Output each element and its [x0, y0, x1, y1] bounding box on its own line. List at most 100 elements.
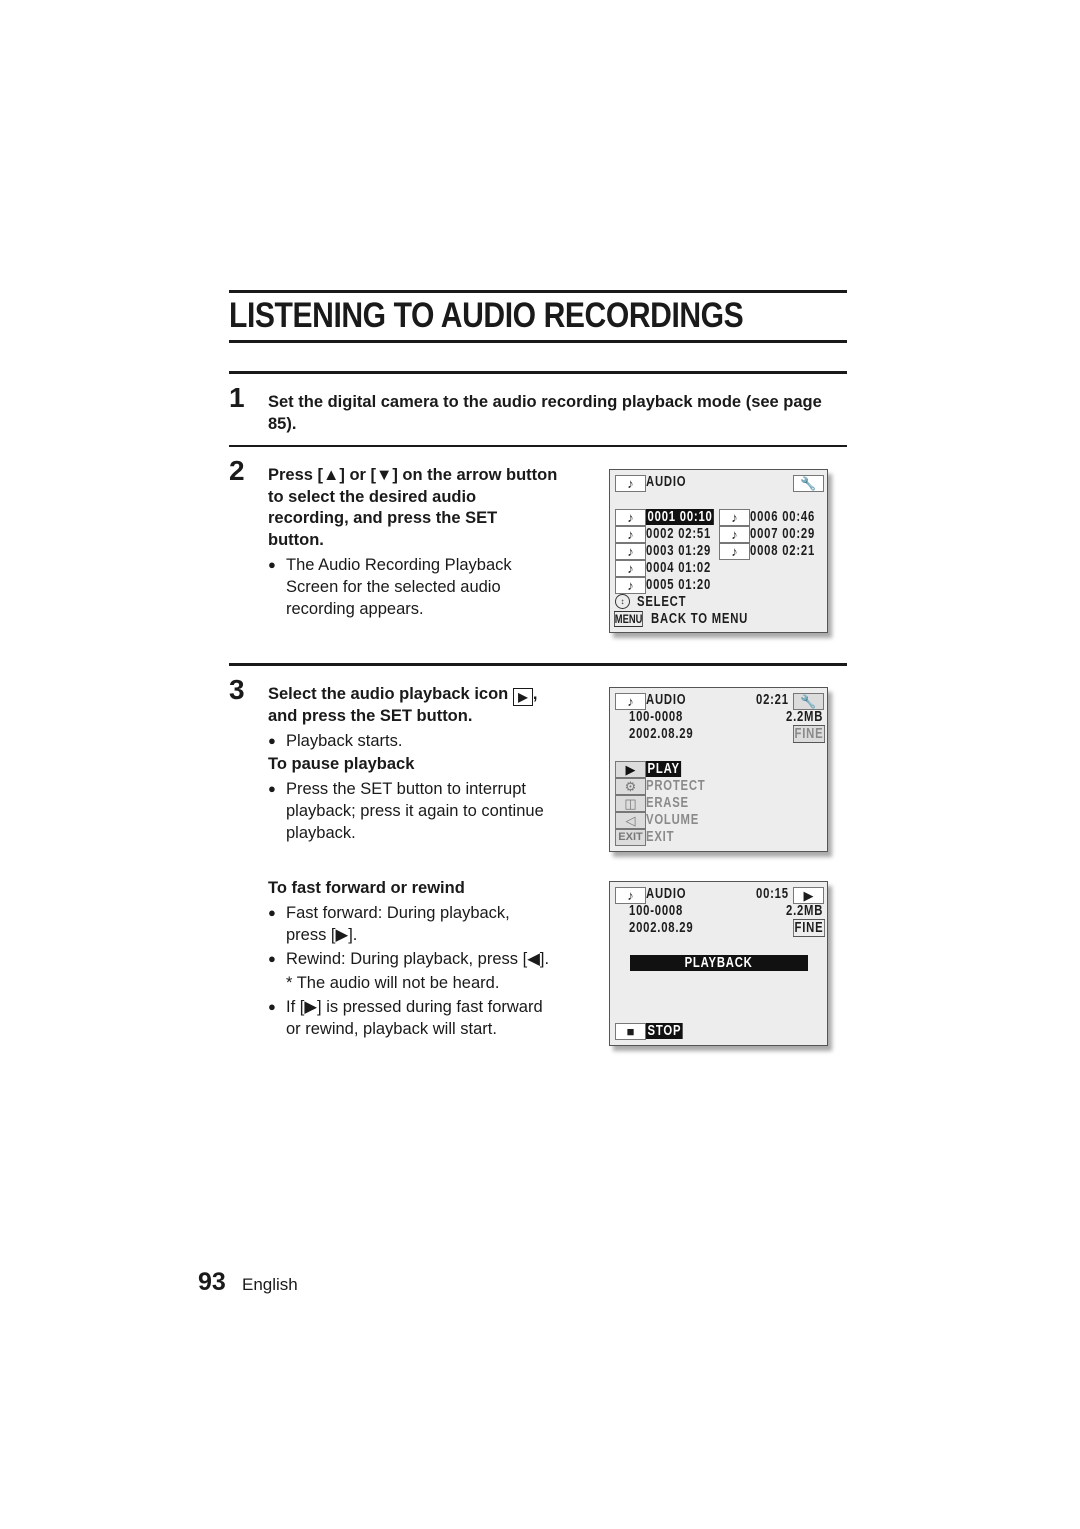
recording-item[interactable]: 0007 00:29: [750, 526, 815, 542]
key-icon[interactable]: ⚙: [615, 778, 646, 795]
note-icon: ♪: [615, 509, 646, 526]
note-icon: ♪: [615, 475, 646, 492]
recording-item[interactable]: 0006 00:46: [750, 509, 815, 525]
step3-line: Select the audio playback icon ▶,: [268, 684, 588, 706]
note-icon: ♪: [615, 577, 646, 594]
bullet-line: Press the SET button to interrupt: [286, 780, 526, 798]
comma: ,: [532, 685, 538, 703]
stop-text: STOP: [646, 1023, 683, 1039]
screen-header: AUDIO: [646, 886, 687, 902]
bullet-line: or rewind, playback will start.: [286, 1020, 497, 1038]
playback-status: PLAYBACK: [684, 955, 754, 971]
file-size: 2.2MB: [786, 709, 824, 725]
menu-item-exit[interactable]: EXIT: [646, 829, 674, 845]
page-language: English: [242, 1275, 298, 1294]
bullet-line: If [▶] is pressed during fast forward: [286, 998, 543, 1016]
recording-label: 0003 01:29: [646, 543, 712, 559]
step2-line: to select the desired audio: [268, 487, 477, 506]
bullet-line: playback.: [286, 824, 356, 842]
step3-rule: [229, 663, 847, 666]
speaker-icon[interactable]: ◁: [615, 812, 646, 829]
lcd-playback-screen: ♪ AUDIO 00:15 ▶ 100-0008 2.2MB 2002.08.2…: [609, 881, 828, 1046]
note-icon: ♪: [615, 693, 646, 710]
menu-item-protect[interactable]: PROTECT: [646, 778, 705, 794]
note-icon: ♪: [615, 560, 646, 577]
title-bottom-rule: [229, 340, 847, 343]
bullet-line: Playback starts.: [286, 732, 403, 750]
play-icon[interactable]: ▶: [615, 761, 646, 778]
ff-bullet: Fast forward: During playback, press [▶]…: [268, 902, 510, 946]
playback-status-bar: PLAYBACK: [630, 955, 808, 971]
play-during-ff-bullet: If [▶] is pressed during fast forward or…: [268, 996, 543, 1040]
step2-instruction: Press [▲] or [▼] on the arrow button to …: [268, 465, 598, 551]
step-number-3: 3: [229, 674, 245, 705]
rewind-bullet: Rewind: During playback, press [◀].: [268, 948, 549, 970]
note-icon: ♪: [719, 543, 750, 560]
file-number: 100-0008: [629, 709, 684, 725]
step1-instruction: Set the digital camera to the audio reco…: [268, 393, 822, 433]
note-icon: ♪: [615, 543, 646, 560]
menu-item-play[interactable]: PLAY: [646, 761, 682, 777]
step3-text: Select the audio playback icon: [268, 685, 509, 703]
file-size: 2.2MB: [786, 903, 824, 919]
recording-item[interactable]: 0005 01:20: [646, 577, 711, 593]
stop-label[interactable]: STOP: [646, 1023, 683, 1039]
menu-item-volume[interactable]: VOLUME: [646, 812, 699, 828]
elapsed-time: 00:15: [756, 886, 789, 902]
page-title: LISTENING TO AUDIO RECORDINGS: [229, 296, 744, 335]
screen-header: AUDIO: [646, 474, 687, 490]
trash-icon[interactable]: ◫: [615, 795, 646, 812]
bullet-line: recording appears.: [286, 600, 424, 618]
lcd-select-screen: ♪ AUDIO 🔧 ♪ 0001 00:10 ♪ 0002 02:51 ♪ 0003 01…: [609, 469, 828, 633]
play-icon: ▶: [793, 887, 824, 904]
bullet-line: Fast forward: During playback,: [286, 904, 510, 922]
lcd-menu-screen: ♪ AUDIO 02:21 🔧 100-0008 2.2MB 2002.08.2…: [609, 687, 828, 852]
wrench-icon: 🔧: [793, 693, 824, 710]
quality-badge: FINE: [793, 919, 826, 937]
recording-item[interactable]: 0002 02:51: [646, 526, 711, 542]
recording-item[interactable]: 0008 02:21: [750, 543, 815, 559]
recording-label: 0008 02:21: [750, 543, 816, 559]
recording-label: 0004 01:02: [646, 560, 712, 576]
step2-line: recording, and press the SET: [268, 509, 498, 527]
step2-line: button.: [268, 530, 324, 549]
recording-item[interactable]: 0001 00:10: [646, 509, 715, 525]
bullet-line: press [▶].: [286, 926, 358, 944]
recording-label: 0007 00:29: [750, 526, 816, 542]
recording-label: 0001 00:10: [646, 509, 715, 525]
step3-instruction: Select the audio playback icon ▶, and pr…: [268, 684, 588, 728]
audio-note: * The audio will not be heard.: [286, 974, 500, 992]
select-label: SELECT: [637, 594, 687, 610]
step2-rule: [229, 445, 847, 447]
back-to-menu-label: BACK TO MENU: [651, 611, 749, 627]
recording-item[interactable]: 0004 01:02: [646, 560, 711, 576]
step3-bullet: Playback starts.: [268, 730, 402, 752]
screen-header: AUDIO: [646, 692, 687, 708]
page-number: 93: [198, 1268, 226, 1296]
step3-line: and press the SET button.: [268, 707, 473, 725]
bullet-line: playback; press it again to continue: [286, 802, 544, 820]
step2-line: Press [▲] or [▼] on the arrow button: [268, 466, 558, 484]
pause-heading: To pause playback: [268, 755, 415, 773]
step-number-2: 2: [229, 455, 245, 486]
quality-badge: FINE: [793, 725, 826, 743]
step2-bullet: The Audio Recording Playback Screen for …: [268, 554, 512, 620]
updown-icon: ↕: [615, 594, 630, 609]
recording-label: 0005 01:20: [646, 577, 712, 593]
menu-button-icon: MENU: [614, 611, 644, 627]
exit-icon[interactable]: EXIT: [615, 829, 646, 846]
menu-item-erase[interactable]: ERASE: [646, 795, 689, 811]
note-icon: ♪: [719, 526, 750, 543]
recording-label: 0006 00:46: [750, 509, 816, 525]
note-icon: ♪: [719, 509, 750, 526]
ff-rewind-heading: To fast forward or rewind: [268, 879, 465, 897]
note-icon: ♪: [615, 526, 646, 543]
note-icon: ♪: [615, 887, 646, 904]
record-date: 2002.08.29: [629, 920, 694, 936]
elapsed-time: 02:21: [756, 692, 789, 708]
stop-icon[interactable]: ■: [615, 1023, 646, 1040]
step-number-1: 1: [229, 382, 245, 413]
file-number: 100-0008: [629, 903, 684, 919]
recording-item[interactable]: 0003 01:29: [646, 543, 711, 559]
bullet-line: Rewind: During playback, press [◀].: [286, 950, 550, 968]
